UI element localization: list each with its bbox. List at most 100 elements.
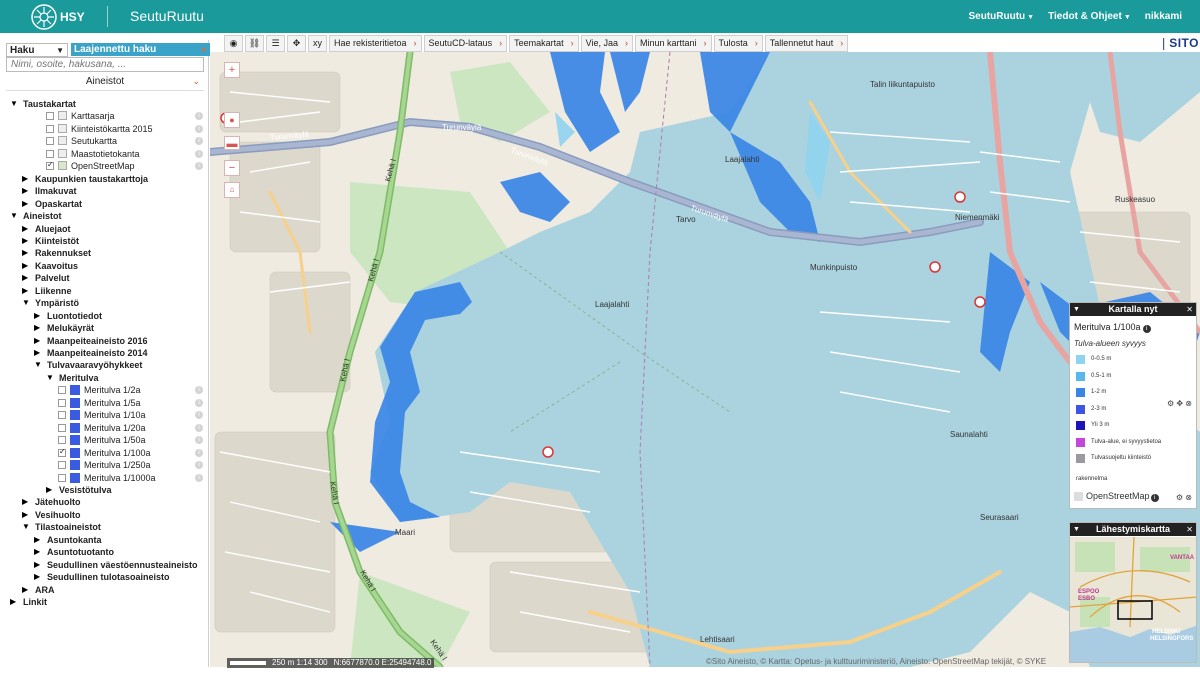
zoom-out-button[interactable]: − [224, 160, 240, 176]
info-icon[interactable]: i [195, 137, 203, 146]
layer-group-luontotiedot[interactable]: ▶ Luontotiedot [0, 310, 209, 322]
layer-item-karttasarja[interactable]: Karttasarja i [0, 110, 209, 122]
layer-item-meritulva-1-50a[interactable]: Meritulva 1/50a i [0, 434, 209, 446]
layer-group-tilastoaineistot[interactable]: ▼ Tilastoaineistot [0, 521, 209, 533]
zoom-slider[interactable]: ▬ [224, 136, 240, 150]
close-icon[interactable]: ✕ [1186, 303, 1193, 316]
layer-item-meritulva-1-2a[interactable]: Meritulva 1/2a i [0, 384, 209, 396]
layer-checkbox[interactable] [58, 386, 66, 395]
info-icon[interactable]: i [195, 473, 203, 482]
layer-group-aineistot[interactable]: ▼ Aineistot [0, 210, 209, 222]
layer-group-meluk-yr-t[interactable]: ▶ Melukäyrät [0, 322, 209, 334]
collapsed-triangle-icon[interactable]: ▶ [34, 559, 43, 571]
toolbar-menu-teemakartat[interactable]: Teemakartat › [509, 35, 579, 52]
pan-button[interactable]: ✥ [287, 35, 306, 52]
layer-group-asuntotuotanto[interactable]: ▶ Asuntotuotanto [0, 546, 209, 558]
layer-group-kiinteist-t[interactable]: ▶ Kiinteistöt [0, 235, 209, 247]
select-tool-button[interactable]: ◉ [224, 35, 243, 52]
collapsed-triangle-icon[interactable]: ▶ [22, 198, 31, 210]
zoom-in-button[interactable]: + [224, 62, 240, 78]
chevron-down-icon[interactable]: ▼ [1073, 523, 1080, 536]
layer-item-meritulva-1-250a[interactable]: Meritulva 1/250a i [0, 459, 209, 471]
collapsed-triangle-icon[interactable]: ▶ [22, 272, 31, 284]
nav-tiedot-ohjeet[interactable]: Tiedot & Ohjeet ▼ [1048, 11, 1131, 22]
collapsed-triangle-icon[interactable]: ▶ [34, 347, 43, 359]
search-input[interactable] [6, 57, 204, 72]
map-canvas[interactable]: Turunväylä Turunväylä Turunväylä Turunvä… [210, 52, 1200, 667]
info-icon[interactable]: i [1150, 494, 1159, 502]
coordinates-button[interactable]: xy [308, 35, 327, 52]
info-icon[interactable]: i [195, 423, 203, 432]
chevron-down-icon[interactable]: ▼ [1073, 303, 1080, 316]
layer-item-meritulva-1-5a[interactable]: Meritulva 1/5a i [0, 397, 209, 409]
layer-checkbox[interactable] [58, 411, 66, 420]
info-icon[interactable]: i [195, 162, 203, 171]
collapsed-triangle-icon[interactable]: ▶ [10, 596, 19, 608]
collapsed-triangle-icon[interactable]: ▶ [22, 185, 31, 197]
layer-checkbox[interactable] [58, 436, 66, 445]
toolbar-menu-minun-karttani[interactable]: Minun karttani › [634, 35, 712, 52]
info-icon[interactable]: i [195, 461, 203, 470]
overview-map[interactable]: ESPOO ESBO HELSINKI HELSINGFORS VANTAA [1070, 537, 1197, 663]
move-icon[interactable]: ✥ [1176, 399, 1183, 408]
layer-checkbox[interactable] [46, 149, 54, 158]
collapsed-triangle-icon[interactable]: ▶ [22, 235, 31, 247]
layer-group-asuntokanta[interactable]: ▶ Asuntokanta [0, 534, 209, 546]
toolbar-menu-tallennetut-haut[interactable]: Tallennetut haut › [764, 35, 849, 52]
toolbar-menu-seutucd-lataus[interactable]: SeutuCD-lataus › [423, 35, 508, 52]
layer-group-j-tehuolto[interactable]: ▶ Jätehuolto [0, 496, 209, 508]
collapsed-triangle-icon[interactable]: ▶ [22, 247, 31, 259]
toolbar-menu-vie-jaa[interactable]: Vie, Jaa › [580, 35, 633, 52]
layer-group-liikenne[interactable]: ▶ Liikenne [0, 285, 209, 297]
collapsed-triangle-icon[interactable]: ▶ [34, 335, 43, 347]
layer-checkbox[interactable] [46, 124, 54, 133]
collapsed-triangle-icon[interactable]: ▶ [22, 285, 31, 297]
layer-group-seudullinen-v-est-ennusteaineisto[interactable]: ▶ Seudullinen väestöennusteaineisto [0, 559, 209, 571]
layer-checkbox[interactable] [58, 398, 66, 407]
layer-checkbox[interactable] [58, 423, 66, 432]
layer-group-aluejaot[interactable]: ▶ Aluejaot [0, 223, 209, 235]
expanded-triangle-icon[interactable]: ▼ [10, 210, 19, 222]
layer-item-openstreetmap[interactable]: OpenStreetMap i [0, 159, 209, 172]
close-icon[interactable]: ✕ [1186, 523, 1193, 536]
layer-group-kaavoitus[interactable]: ▶ Kaavoitus [0, 260, 209, 272]
layer-checkbox[interactable] [58, 473, 66, 482]
layer-group-ara[interactable]: ▶ ARA [0, 584, 209, 596]
info-icon[interactable]: i [195, 124, 203, 133]
remove-icon[interactable]: ⊗ [1185, 399, 1192, 408]
layer-group-tulvavaaravy-hykkeet[interactable]: ▼ Tulvavaaravyöhykkeet [0, 359, 209, 371]
expanded-triangle-icon[interactable]: ▼ [22, 521, 31, 533]
layer-group-maanpeiteaineisto-2016[interactable]: ▶ Maanpeiteaineisto 2016 [0, 335, 209, 347]
remove-icon[interactable]: ⊗ [1185, 493, 1192, 502]
overview-panel-header[interactable]: ▼ Lähestymiskartta ✕ [1070, 523, 1196, 536]
layer-item-seutukartta[interactable]: Seutukartta i [0, 135, 209, 147]
layer-item-meritulva-1-20a[interactable]: Meritulva 1/20a i [0, 422, 209, 434]
layer-group-palvelut[interactable]: ▶ Palvelut [0, 272, 209, 284]
link-button[interactable]: ⛓ [245, 35, 264, 52]
location-button[interactable]: ● [224, 112, 240, 128]
layer-group-maanpeiteaineisto-2014[interactable]: ▶ Maanpeiteaineisto 2014 [0, 347, 209, 359]
layer-group-ymp-rist[interactable]: ▼ Ympäristö [0, 297, 209, 309]
advanced-search-tab[interactable]: Laajennettu haku » [71, 43, 210, 56]
layer-item-meritulva-1-100a[interactable]: Meritulva 1/100a i [0, 446, 209, 459]
expanded-triangle-icon[interactable]: ▼ [46, 372, 55, 384]
collapsed-triangle-icon[interactable]: ▶ [22, 496, 31, 508]
layer-group-meritulva[interactable]: ▼ Meritulva [0, 372, 209, 384]
hsy-logo-icon[interactable] [30, 3, 58, 31]
collapsed-triangle-icon[interactable]: ▶ [34, 546, 43, 558]
layer-item-meritulva-1-10a[interactable]: Meritulva 1/10a i [0, 409, 209, 421]
collapsed-triangle-icon[interactable]: ▶ [34, 534, 43, 546]
search-type-select[interactable]: Haku ▼ [6, 43, 68, 57]
legend-panel-header[interactable]: ▼ Kartalla nyt ✕ [1070, 303, 1196, 316]
expanded-triangle-icon[interactable]: ▼ [10, 98, 19, 110]
info-icon[interactable]: i [195, 436, 203, 445]
info-icon[interactable]: i [195, 448, 203, 457]
collapsed-triangle-icon[interactable]: ▶ [22, 173, 31, 185]
info-icon[interactable]: i [195, 398, 203, 407]
layer-item-meritulva-1-1000a[interactable]: Meritulva 1/1000a i [0, 472, 209, 484]
layer-group-seudullinen-tulotasoaineisto[interactable]: ▶ Seudullinen tulotasoaineisto [0, 571, 209, 583]
list-button[interactable]: ☰ [266, 35, 285, 52]
layers-panel-header[interactable]: Aineistot ⌄ [6, 76, 204, 91]
layer-group-vesist-tulva[interactable]: ▶ Vesistötulva [0, 484, 209, 496]
expanded-triangle-icon[interactable]: ▼ [22, 297, 31, 309]
